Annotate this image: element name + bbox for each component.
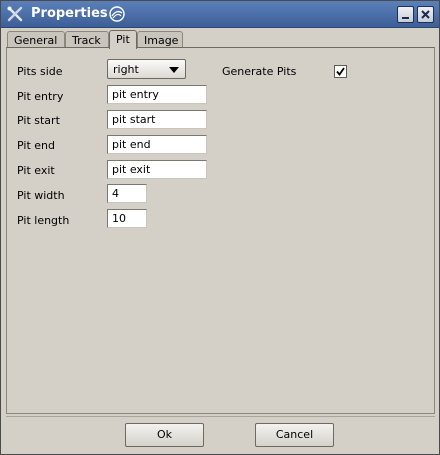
pit-panel: Pits side right Generate Pits Pit entry … — [6, 47, 435, 414]
tab-pit[interactable]: Pit — [109, 30, 137, 49]
pits-side-value: right — [113, 63, 139, 76]
chevron-down-icon — [169, 67, 179, 73]
cancel-button[interactable]: Cancel — [255, 423, 334, 447]
dialog-footer: Ok Cancel — [6, 416, 435, 453]
window-title: Properties — [31, 6, 108, 21]
ok-button[interactable]: Ok — [125, 423, 204, 447]
pit-start-input[interactable]: pit start — [107, 110, 207, 129]
pit-length-input[interactable]: 10 — [107, 209, 147, 228]
pit-width-label: Pit width — [17, 189, 65, 202]
pit-length-label: Pit length — [17, 214, 70, 227]
minimize-button[interactable] — [397, 6, 414, 23]
checkmark-icon — [336, 67, 345, 76]
generate-pits-checkbox[interactable] — [334, 65, 347, 78]
minimize-icon — [402, 17, 409, 19]
generate-pits-label: Generate Pits — [222, 65, 297, 78]
swirl-icon — [108, 5, 126, 23]
pit-exit-input[interactable]: pit exit — [107, 160, 207, 179]
pit-exit-label: Pit exit — [17, 164, 55, 177]
pits-side-select[interactable]: right — [107, 59, 186, 79]
properties-window: Properties General Track Pit Image Pits — [0, 0, 440, 455]
pits-side-label: Pits side — [17, 65, 63, 78]
title-bar[interactable]: Properties — [1, 1, 439, 28]
pit-end-input[interactable]: pit end — [107, 135, 207, 154]
pit-start-label: Pit start — [17, 114, 60, 127]
close-icon — [421, 10, 430, 19]
app-icon — [6, 5, 24, 23]
pit-entry-label: Pit entry — [17, 90, 64, 103]
tab-bar: General Track Pit Image — [7, 30, 437, 49]
tab-image[interactable]: Image — [137, 31, 183, 48]
pit-entry-input[interactable]: pit entry — [107, 85, 207, 104]
tab-general[interactable]: General — [7, 31, 65, 48]
tab-track[interactable]: Track — [65, 31, 109, 48]
close-button[interactable] — [417, 6, 434, 23]
pit-width-input[interactable]: 4 — [107, 184, 147, 203]
pit-end-label: Pit end — [17, 139, 55, 152]
